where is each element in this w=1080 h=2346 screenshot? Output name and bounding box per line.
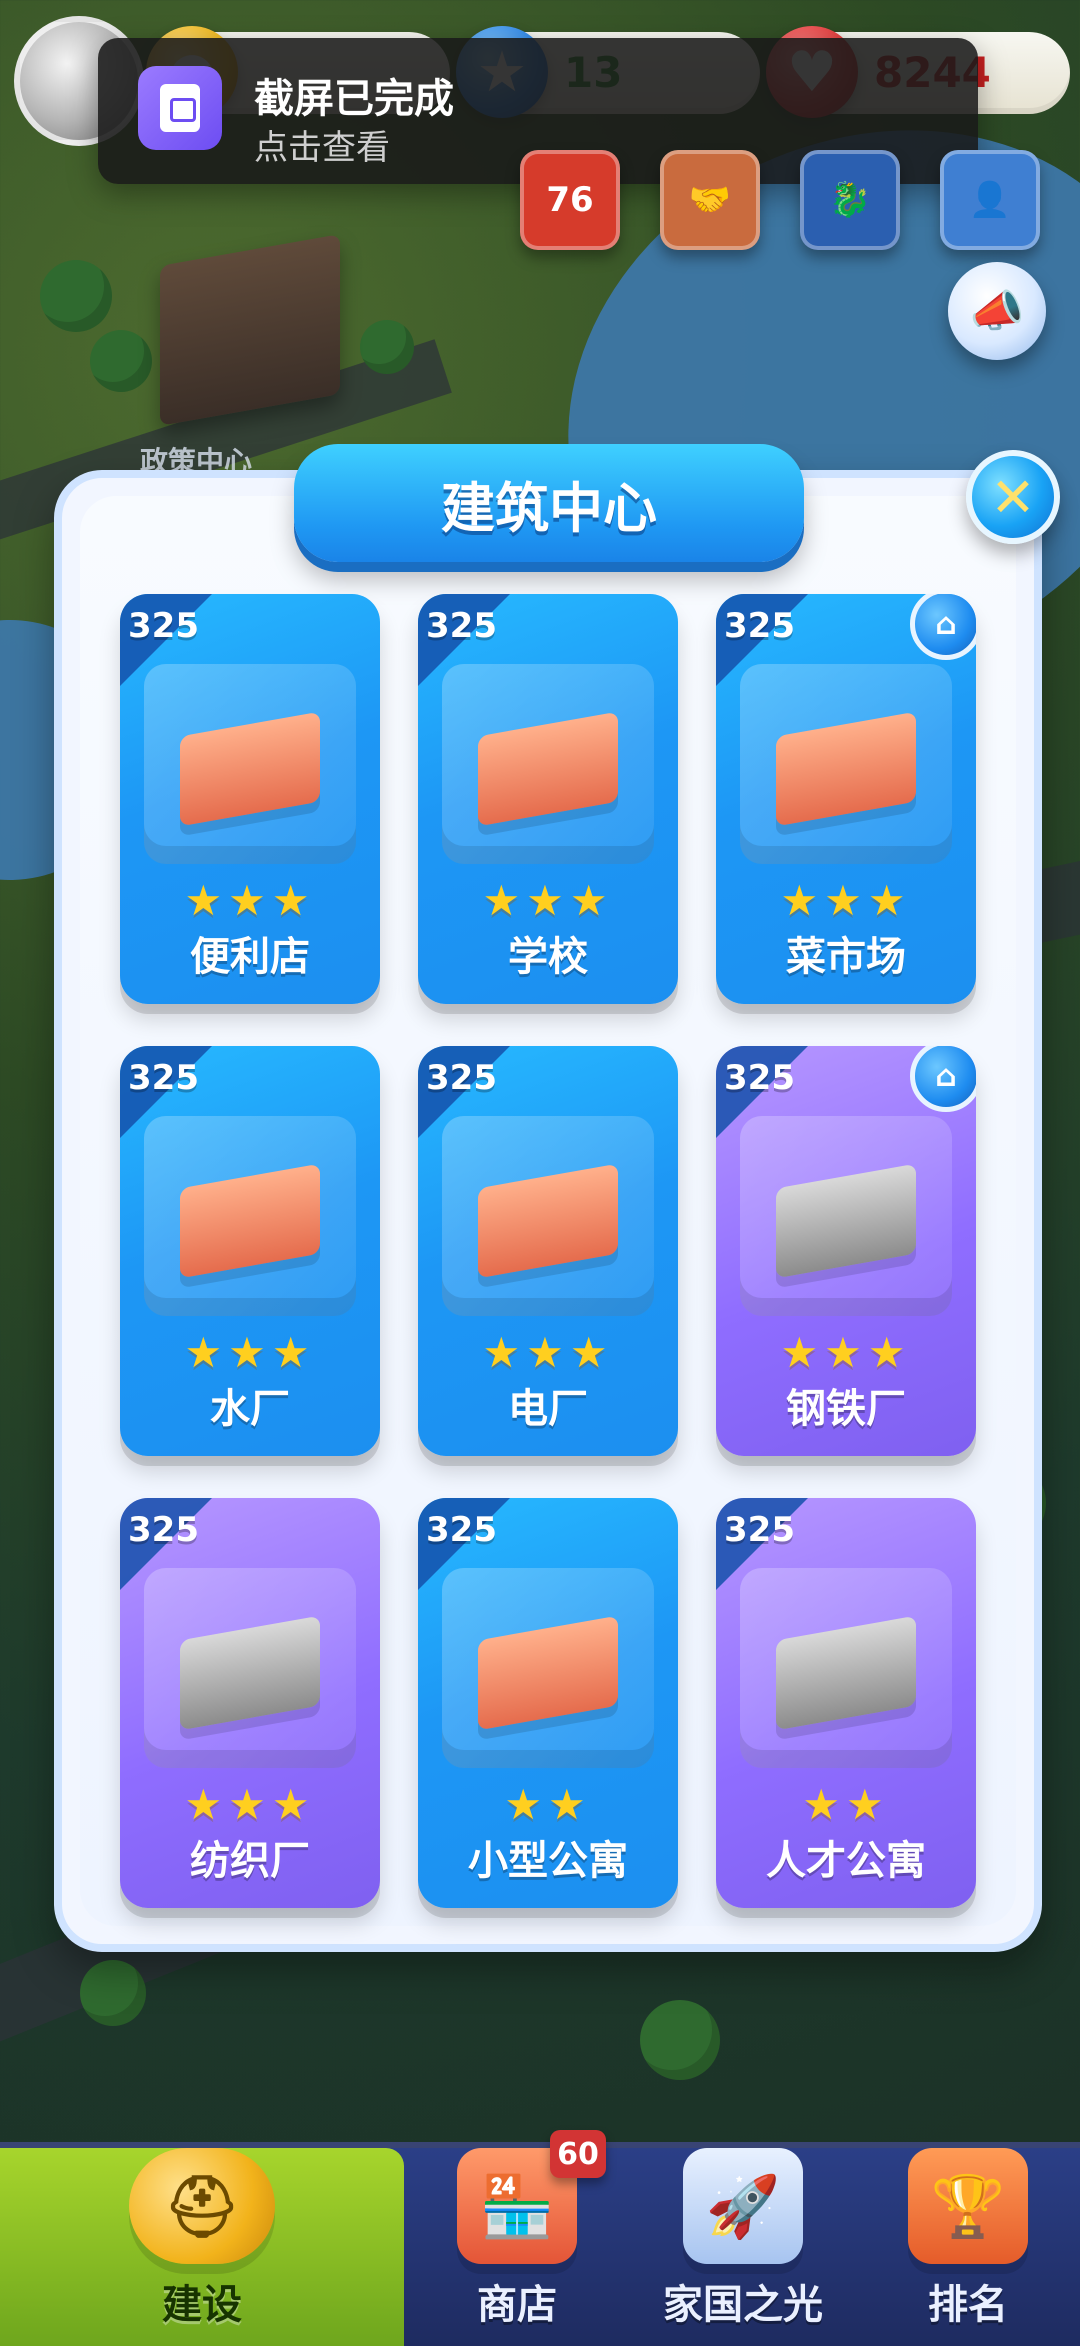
building-name: 菜市场 — [786, 934, 906, 980]
building-card[interactable]: 325 ★★★ 纺织厂 — [120, 1498, 380, 1908]
megaphone-icon: 📣 — [969, 286, 1025, 337]
small-apartment-illustration — [442, 1568, 654, 1768]
building-name: 纺织厂 — [190, 1838, 310, 1884]
building-name: 人才公寓 — [766, 1838, 926, 1884]
megaphone-button[interactable]: 📣 — [948, 262, 1046, 360]
building-card[interactable]: 325 ⌂ ★★★ 钢铁厂 — [716, 1046, 976, 1456]
vegetable-market-illustration — [740, 664, 952, 864]
event-76-icon: 76 — [546, 180, 594, 220]
star-rating: ★★★ — [780, 876, 912, 925]
cost-value: 325 — [128, 1058, 199, 1098]
screenshot-icon — [138, 66, 222, 150]
building-card[interactable]: 325 ★★ 人才公寓 — [716, 1498, 976, 1908]
cost-value: 325 — [128, 1510, 199, 1550]
handshake-icon: 🤝 — [688, 180, 732, 220]
star-rating: ★★★ — [482, 876, 614, 925]
dragon-event-button[interactable]: 🐉 — [800, 150, 900, 250]
building-card[interactable]: 325 ★★★ 学校 — [418, 594, 678, 1004]
nav-ranking-label: 排名 — [928, 2282, 1008, 2328]
talent-apartment-illustration — [740, 1568, 952, 1768]
cost-value: 325 — [426, 1510, 497, 1550]
nav-ranking[interactable]: 🏆 排名 — [856, 2148, 1080, 2346]
building-center-dialog: 建筑中心 ✕ 325 ★★★ 便利店 325 ★★★ 学校 325 ⌂ ★★★ … — [54, 444, 1060, 1952]
cost-value: 325 — [128, 606, 199, 646]
person-event-button[interactable]: 👤 — [940, 150, 1040, 250]
close-button[interactable]: ✕ — [966, 450, 1060, 544]
star-rating: ★★★ — [184, 1780, 316, 1829]
close-icon: ✕ — [990, 465, 1036, 529]
star-rating: ★★★ — [482, 1328, 614, 1377]
building-card[interactable]: 325 ★★★ 便利店 — [120, 594, 380, 1004]
building-card[interactable]: 325 ★★ 小型公寓 — [418, 1498, 678, 1908]
dialog-title: 建筑中心 — [441, 476, 657, 540]
home-icon: ⌂ — [910, 1046, 976, 1112]
policy-center-building[interactable] — [160, 234, 340, 426]
building-name: 学校 — [508, 934, 588, 980]
tree — [640, 2000, 720, 2080]
tree — [80, 1960, 146, 2026]
home-icon: ⌂ — [910, 594, 976, 660]
building-card[interactable]: 325 ⌂ ★★★ 菜市场 — [716, 594, 976, 1004]
building-grid: 325 ★★★ 便利店 325 ★★★ 学校 325 ⌂ ★★★ 菜市场 325… — [120, 594, 976, 1908]
nav-build-label: 建设 — [162, 2282, 242, 2328]
tree — [40, 260, 112, 332]
building-card[interactable]: 325 ★★★ 电厂 — [418, 1046, 678, 1456]
hardhat-icon: ⛑ — [129, 2148, 275, 2264]
bottom-navigation: ⛑ 建设 🏪 商店 🚀 家国之光 🏆 排名 — [0, 2142, 1080, 2346]
star-rating: ★★★ — [184, 1328, 316, 1377]
star-rating: ★★ — [802, 1780, 890, 1829]
building-name: 小型公寓 — [468, 1838, 628, 1884]
building-name: 钢铁厂 — [786, 1386, 906, 1432]
dialog-title-banner: 建筑中心 — [294, 444, 804, 562]
building-name: 水厂 — [210, 1386, 290, 1432]
nav-shop-label: 商店 — [477, 2282, 557, 2328]
building-name: 便利店 — [190, 934, 310, 980]
person-icon: 👤 — [968, 180, 1012, 220]
power-plant-illustration — [442, 1116, 654, 1316]
star-rating: ★★ — [504, 1780, 592, 1829]
notification-subtitle: 点击查看 — [254, 128, 390, 168]
nav-home-glory[interactable]: 🚀 家国之光 — [630, 2148, 856, 2346]
star-rating: ★★★ — [780, 1328, 912, 1377]
tree — [90, 330, 152, 392]
cost-value: 325 — [426, 606, 497, 646]
building-card[interactable]: 325 ★★★ 水厂 — [120, 1046, 380, 1456]
rocket-icon: 🚀 — [683, 2148, 803, 2264]
nav-home-glory-label: 家国之光 — [663, 2282, 823, 2328]
water-plant-illustration — [144, 1116, 356, 1316]
shop-badge: 60 — [550, 2130, 606, 2178]
dragon-icon: 🐉 — [828, 180, 872, 220]
notification-title: 截屏已完成 — [254, 76, 454, 122]
handshake-event-button[interactable]: 🤝 — [660, 150, 760, 250]
event-76-button[interactable]: 76 — [520, 150, 620, 250]
convenience-store-illustration — [144, 664, 356, 864]
ranking-icon: 🏆 — [908, 2148, 1028, 2264]
star-rating: ★★★ — [184, 876, 316, 925]
tree — [360, 320, 414, 374]
school-illustration — [442, 664, 654, 864]
cost-value: 325 — [724, 1058, 795, 1098]
textile-mill-illustration — [144, 1568, 356, 1768]
nav-build[interactable]: ⛑ 建设 — [0, 2148, 404, 2346]
steel-mill-illustration — [740, 1116, 952, 1316]
cost-value: 325 — [724, 1510, 795, 1550]
cost-value: 325 — [426, 1058, 497, 1098]
cost-value: 325 — [724, 606, 795, 646]
building-name: 电厂 — [508, 1386, 588, 1432]
